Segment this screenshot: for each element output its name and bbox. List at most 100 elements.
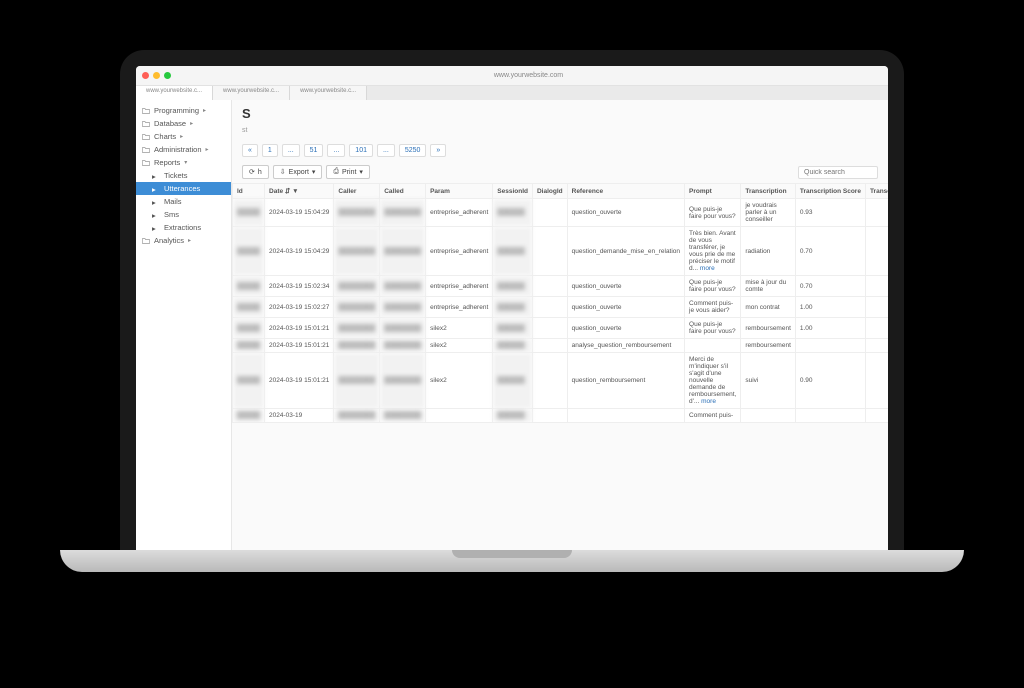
document-icon: ▸	[152, 211, 160, 219]
column-header[interactable]: DialogId	[532, 184, 567, 199]
column-header[interactable]: Transcription Score	[795, 184, 865, 199]
column-header[interactable]: Reference	[567, 184, 684, 199]
close-window-icon[interactable]	[142, 72, 149, 79]
cell-transcription: remboursement	[741, 339, 796, 353]
cell-correction	[865, 199, 888, 227]
column-header[interactable]: Date ⇵ ▼	[265, 184, 334, 199]
page-5250[interactable]: 5250	[399, 144, 427, 157]
sidebar-item-administration[interactable]: Administration▸	[136, 143, 231, 156]
cell-id: █████	[233, 353, 265, 409]
export-button[interactable]: ⇩ Export ▾	[273, 165, 323, 179]
column-header[interactable]: SessionId	[493, 184, 533, 199]
sidebar-item-sms[interactable]: ▸Sms	[136, 208, 231, 221]
cell-date: 2024-03-19 15:01:21	[265, 353, 334, 409]
sidebar-item-charts[interactable]: Charts▸	[136, 130, 231, 143]
print-icon: ⎙	[333, 168, 339, 176]
table-row[interactable]: █████2024-03-19 15:02:27████████████████…	[233, 297, 889, 318]
table-row[interactable]: █████2024-03-19 15:04:29████████████████…	[233, 199, 889, 227]
more-link[interactable]: more	[698, 265, 715, 272]
page-...[interactable]: ...	[327, 144, 345, 157]
page-»[interactable]: »	[430, 144, 446, 157]
main-content: S st «1...51...101...5250» ⟳ h ⇩ Export …	[232, 100, 888, 550]
sidebar-label: Utterances	[164, 184, 200, 193]
page-«[interactable]: «	[242, 144, 258, 157]
sidebar-item-utterances[interactable]: ▸ Utterances	[136, 182, 231, 195]
cell-reference: question_ouverte	[567, 318, 684, 339]
cell-id: █████	[233, 276, 265, 297]
sidebar-item-mails[interactable]: ▸Mails	[136, 195, 231, 208]
maximize-window-icon[interactable]	[164, 72, 171, 79]
cell-called: ████████	[380, 409, 426, 423]
table-row[interactable]: █████2024-03-19 15:02:34████████████████…	[233, 276, 889, 297]
download-icon: ⇩	[280, 168, 286, 176]
column-header[interactable]: Param	[426, 184, 493, 199]
more-link[interactable]: more	[699, 398, 716, 405]
cell-reference: question_remboursement	[567, 353, 684, 409]
cell-sessionid: ██████	[493, 297, 533, 318]
window-controls[interactable]	[142, 72, 171, 79]
cell-dialogid	[532, 276, 567, 297]
refresh-icon: ⟳	[249, 168, 255, 176]
table-row[interactable]: █████2024-03-19 15:01:21████████████████…	[233, 353, 889, 409]
table-row[interactable]: █████2024-03-19 15:01:21████████████████…	[233, 318, 889, 339]
refresh-button[interactable]: ⟳ h	[242, 165, 269, 179]
chevron-down-icon: ▾	[359, 168, 363, 176]
column-header[interactable]: Transcription Correction	[865, 184, 888, 199]
cell-prompt: Que puis-je faire pour vous?	[685, 199, 741, 227]
cell-prompt: Très bien. Avant de vous transférer, je …	[685, 227, 741, 276]
column-header[interactable]: Called	[380, 184, 426, 199]
cell-caller: ████████	[334, 318, 380, 339]
cell-transcription: je voudrais parler à un conseiller	[741, 199, 796, 227]
browser-tab[interactable]: www.yourwebsite.c...	[213, 86, 290, 100]
browser-tabs: www.yourwebsite.c... www.yourwebsite.c..…	[136, 86, 888, 100]
cell-date: 2024-03-19 15:02:27	[265, 297, 334, 318]
page-...[interactable]: ...	[282, 144, 300, 157]
folder-icon	[142, 146, 150, 154]
print-button[interactable]: ⎙ Print ▾	[326, 165, 370, 179]
minimize-window-icon[interactable]	[153, 72, 160, 79]
table-row[interactable]: █████2024-03-19██████████████████████Com…	[233, 409, 889, 423]
cell-param: entreprise_adherent	[426, 227, 493, 276]
column-header[interactable]: Id	[233, 184, 265, 199]
cell-score: 0.70	[795, 276, 865, 297]
cell-sessionid: ██████	[493, 227, 533, 276]
page-101[interactable]: 101	[349, 144, 373, 157]
table-toolbar: ⟳ h ⇩ Export ▾ ⎙ Print ▾	[232, 161, 888, 183]
search-input[interactable]	[798, 166, 878, 179]
cell-score	[795, 339, 865, 353]
column-header[interactable]: Transcription	[741, 184, 796, 199]
sidebar-label: Database	[154, 119, 186, 128]
page-1[interactable]: 1	[262, 144, 278, 157]
chevron-icon: ▸	[203, 107, 206, 114]
browser-tab[interactable]: www.yourwebsite.c...	[290, 86, 367, 100]
sidebar-item-analytics[interactable]: Analytics▸	[136, 234, 231, 247]
folder-icon	[142, 107, 150, 115]
cell-correction	[865, 297, 888, 318]
sidebar-item-reports[interactable]: Reports▾	[136, 156, 231, 169]
page-...[interactable]: ...	[377, 144, 395, 157]
table-row[interactable]: █████2024-03-19 15:01:21████████████████…	[233, 339, 889, 353]
cell-dialogid	[532, 409, 567, 423]
sidebar-item-programming[interactable]: Programming▸	[136, 104, 231, 117]
cell-param: entreprise_adherent	[426, 297, 493, 318]
column-header[interactable]: Prompt	[685, 184, 741, 199]
sidebar-item-tickets[interactable]: ▸Tickets	[136, 169, 231, 182]
folder-icon	[142, 237, 150, 245]
cell-caller: ████████	[334, 339, 380, 353]
document-icon: ▸	[152, 224, 160, 232]
cell-caller: ████████	[334, 353, 380, 409]
column-header[interactable]: Caller	[334, 184, 380, 199]
address-bar[interactable]: www.yourwebsite.com	[175, 72, 882, 79]
table-row[interactable]: █████2024-03-19 15:04:29████████████████…	[233, 227, 889, 276]
page-51[interactable]: 51	[304, 144, 324, 157]
cell-param: silex2	[426, 318, 493, 339]
chevron-down-icon: ▾	[312, 168, 316, 176]
cell-sessionid: ██████	[493, 276, 533, 297]
browser-tab[interactable]: www.yourwebsite.c...	[136, 86, 213, 100]
sidebar-item-database[interactable]: Database▸	[136, 117, 231, 130]
cell-date: 2024-03-19 15:02:34	[265, 276, 334, 297]
sidebar-label: Administration	[154, 145, 202, 154]
document-icon: ▸	[152, 185, 160, 193]
cell-id: █████	[233, 297, 265, 318]
sidebar-item-extractions[interactable]: ▸Extractions	[136, 221, 231, 234]
